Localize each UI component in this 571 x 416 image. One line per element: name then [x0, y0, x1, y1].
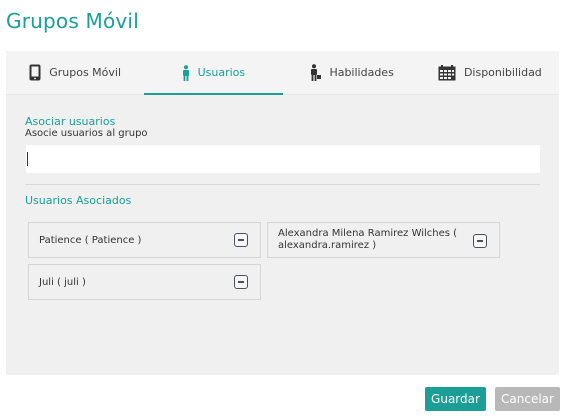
tab-label: Habilidades [329, 66, 394, 79]
associate-users-input[interactable] [26, 145, 540, 173]
remove-user-button[interactable] [234, 233, 248, 247]
associate-users-subheading: Asocie usuarios al grupo [25, 128, 148, 139]
tab-label: Grupos Móvil [49, 66, 122, 79]
mobile-phone-icon [29, 64, 41, 81]
calendar-icon [438, 64, 456, 81]
associated-user-card: Patience ( Patience ) [28, 222, 261, 258]
save-button[interactable]: Guardar [425, 387, 486, 411]
tab-bar: Grupos Móvil Usuarios Habilidades Dispon… [6, 51, 559, 95]
associate-users-heading: Asociar usuarios [25, 115, 116, 128]
associated-users-heading: Usuarios Asociados [25, 194, 132, 207]
page-title: Grupos Móvil [6, 9, 139, 33]
associated-user-label: Juli ( juli ) [39, 277, 86, 288]
user-icon [182, 64, 190, 81]
tab-disponibilidad[interactable]: Disponibilidad [421, 51, 559, 94]
associated-user-label: Patience ( Patience ) [39, 235, 142, 246]
cancel-button[interactable]: Cancelar [495, 387, 560, 411]
person-with-briefcase-icon [309, 64, 322, 81]
associated-user-label: Alexandra Milena Ramirez Wilches ( alexa… [278, 228, 458, 251]
tab-habilidades[interactable]: Habilidades [283, 51, 421, 94]
remove-user-button[interactable] [473, 234, 487, 248]
associated-user-card: Juli ( juli ) [28, 264, 261, 300]
tab-grupos-movil[interactable]: Grupos Móvil [6, 51, 144, 94]
text-caret [27, 152, 28, 166]
tab-label: Usuarios [197, 66, 246, 79]
tab-label: Disponibilidad [463, 66, 542, 79]
tab-usuarios[interactable]: Usuarios [144, 51, 283, 95]
group-form-panel: Grupos Móvil Usuarios Habilidades Dispon… [6, 51, 559, 375]
section-divider [25, 184, 540, 185]
remove-user-button[interactable] [234, 275, 248, 289]
associated-user-card: Alexandra Milena Ramirez Wilches ( alexa… [267, 222, 500, 258]
